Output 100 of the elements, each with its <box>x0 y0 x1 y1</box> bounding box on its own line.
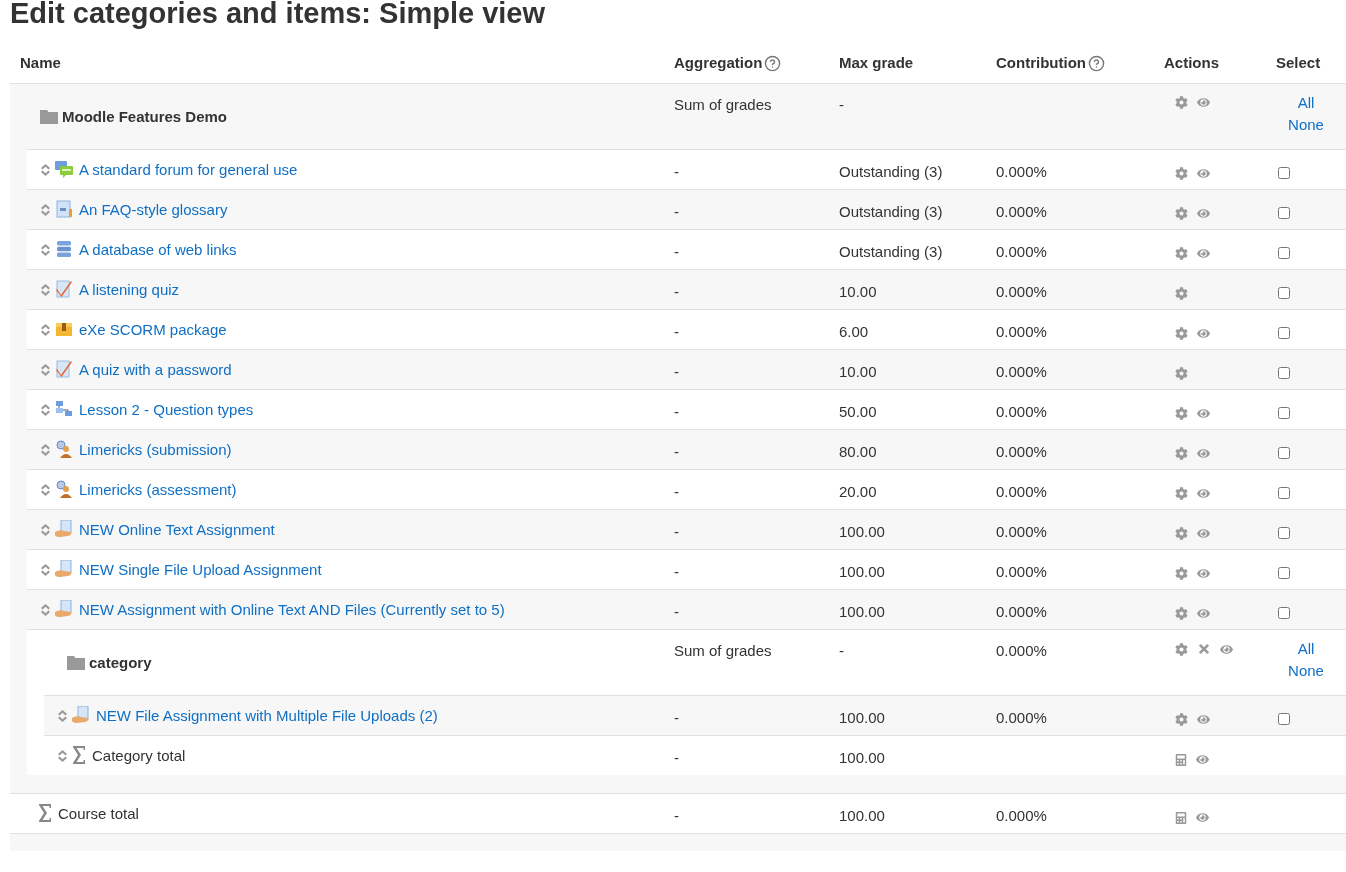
eye-icon[interactable] <box>1220 642 1233 656</box>
close-icon[interactable] <box>1197 642 1211 656</box>
calculator-icon[interactable] <box>1175 811 1187 824</box>
select-all-link[interactable]: All <box>1297 92 1315 114</box>
eye-icon[interactable] <box>1197 167 1210 180</box>
grade-item-link[interactable]: NEW Assignment with Online Text AND Files (Currently set to 5) <box>79 600 505 620</box>
help-icon[interactable] <box>1088 54 1105 72</box>
calculator-icon[interactable] <box>1175 753 1187 766</box>
settings-icon[interactable] <box>1175 487 1188 500</box>
grade-item-link[interactable]: A listening quiz <box>79 280 180 300</box>
move-icon[interactable] <box>40 404 51 416</box>
contribution-text: 0.000% <box>996 443 1047 460</box>
eye-icon[interactable] <box>1197 207 1210 220</box>
eye-icon[interactable] <box>1197 447 1210 460</box>
max-grade-text: 50.00 <box>839 403 877 420</box>
total-label: Course total <box>58 804 139 824</box>
select-checkbox[interactable] <box>1278 367 1290 379</box>
database-icon <box>55 240 73 258</box>
aggregation-text: - <box>674 523 679 540</box>
contribution-text: 0.000% <box>996 323 1047 340</box>
eye-icon[interactable] <box>1196 811 1209 824</box>
select-checkbox[interactable] <box>1278 207 1290 219</box>
move-icon[interactable] <box>40 324 51 336</box>
settings-icon[interactable] <box>1175 207 1188 220</box>
people-icon <box>55 440 73 458</box>
aggregation-text: - <box>674 603 679 620</box>
move-icon[interactable] <box>40 444 51 456</box>
grade-item-link[interactable]: eXe SCORM package <box>79 320 227 340</box>
book-page-icon <box>55 200 73 218</box>
grade-item-link[interactable]: A database of web links <box>79 240 237 260</box>
move-icon[interactable] <box>57 710 68 722</box>
move-icon[interactable] <box>57 750 68 762</box>
select-none-link[interactable]: None <box>1288 114 1324 136</box>
hand-document-icon <box>72 706 90 724</box>
move-icon[interactable] <box>40 284 51 296</box>
move-icon[interactable] <box>40 244 51 256</box>
eye-icon[interactable] <box>1197 487 1210 500</box>
select-checkbox[interactable] <box>1278 247 1290 259</box>
move-icon[interactable] <box>40 364 51 376</box>
eye-icon[interactable] <box>1197 96 1210 109</box>
select-checkbox[interactable] <box>1278 567 1290 579</box>
eye-icon[interactable] <box>1197 327 1210 340</box>
grade-item-link[interactable]: An FAQ-style glossary <box>79 200 228 220</box>
eye-icon[interactable] <box>1197 407 1210 420</box>
eye-icon[interactable] <box>1197 607 1210 620</box>
aggregation-text: - <box>674 563 679 580</box>
select-checkbox[interactable] <box>1278 713 1290 725</box>
select-checkbox[interactable] <box>1278 447 1290 459</box>
grade-item-link[interactable]: Lesson 2 - Question types <box>79 400 254 420</box>
aggregation-text: - <box>674 283 679 300</box>
grade-item-link[interactable]: NEW File Assignment with Multiple File Uploads (2) <box>96 706 438 726</box>
settings-icon[interactable] <box>1175 713 1188 726</box>
select-checkbox[interactable] <box>1278 167 1290 179</box>
settings-icon[interactable] <box>1175 607 1188 620</box>
select-none-link[interactable]: None <box>1288 660 1324 682</box>
aggregation-text: - <box>674 323 679 340</box>
settings-icon[interactable] <box>1175 407 1188 420</box>
settings-icon[interactable] <box>1175 367 1188 380</box>
select-checkbox[interactable] <box>1278 487 1290 499</box>
max-grade-text: 6.00 <box>839 323 869 340</box>
settings-icon[interactable] <box>1175 247 1188 260</box>
grade-item-link[interactable]: A standard forum for general use <box>79 160 298 180</box>
settings-icon[interactable] <box>1175 527 1188 540</box>
settings-icon[interactable] <box>1175 642 1188 656</box>
max-grade-text: 100.00 <box>839 523 885 540</box>
eye-icon[interactable] <box>1196 753 1209 766</box>
help-icon[interactable] <box>764 54 782 72</box>
eye-icon[interactable] <box>1197 527 1210 540</box>
select-checkbox[interactable] <box>1278 327 1290 339</box>
settings-icon[interactable] <box>1175 287 1188 300</box>
contribution-text: 0.000% <box>996 603 1047 620</box>
select-checkbox[interactable] <box>1278 287 1290 299</box>
select-all-link[interactable]: All <box>1297 638 1315 660</box>
grade-item-link[interactable]: A quiz with a password <box>79 360 232 380</box>
eye-icon[interactable] <box>1197 713 1210 726</box>
settings-icon[interactable] <box>1175 96 1188 109</box>
move-icon[interactable] <box>40 164 51 176</box>
settings-icon[interactable] <box>1175 447 1188 460</box>
select-checkbox[interactable] <box>1278 607 1290 619</box>
grade-item-link[interactable]: Limericks (assessment) <box>79 480 237 500</box>
grade-item-link[interactable]: NEW Online Text Assignment <box>79 520 275 540</box>
move-icon[interactable] <box>40 604 51 616</box>
settings-icon[interactable] <box>1175 327 1188 340</box>
settings-icon[interactable] <box>1175 167 1188 180</box>
eye-icon[interactable] <box>1197 567 1210 580</box>
checklist-icon <box>55 360 73 378</box>
flowchart-icon <box>55 400 73 418</box>
select-checkbox[interactable] <box>1278 407 1290 419</box>
move-icon[interactable] <box>40 204 51 216</box>
column-header: Select <box>1276 53 1321 73</box>
contribution-text: 0.000% <box>996 243 1047 260</box>
grade-item-link[interactable]: NEW Single File Upload Assignment <box>79 560 322 580</box>
move-icon[interactable] <box>40 564 51 576</box>
grade-item-link[interactable]: Limericks (submission) <box>79 440 232 460</box>
eye-icon[interactable] <box>1197 247 1210 260</box>
select-checkbox[interactable] <box>1278 527 1290 539</box>
move-icon[interactable] <box>40 524 51 536</box>
settings-icon[interactable] <box>1175 567 1188 580</box>
contribution-text: 0.000% <box>996 363 1047 380</box>
move-icon[interactable] <box>40 484 51 496</box>
